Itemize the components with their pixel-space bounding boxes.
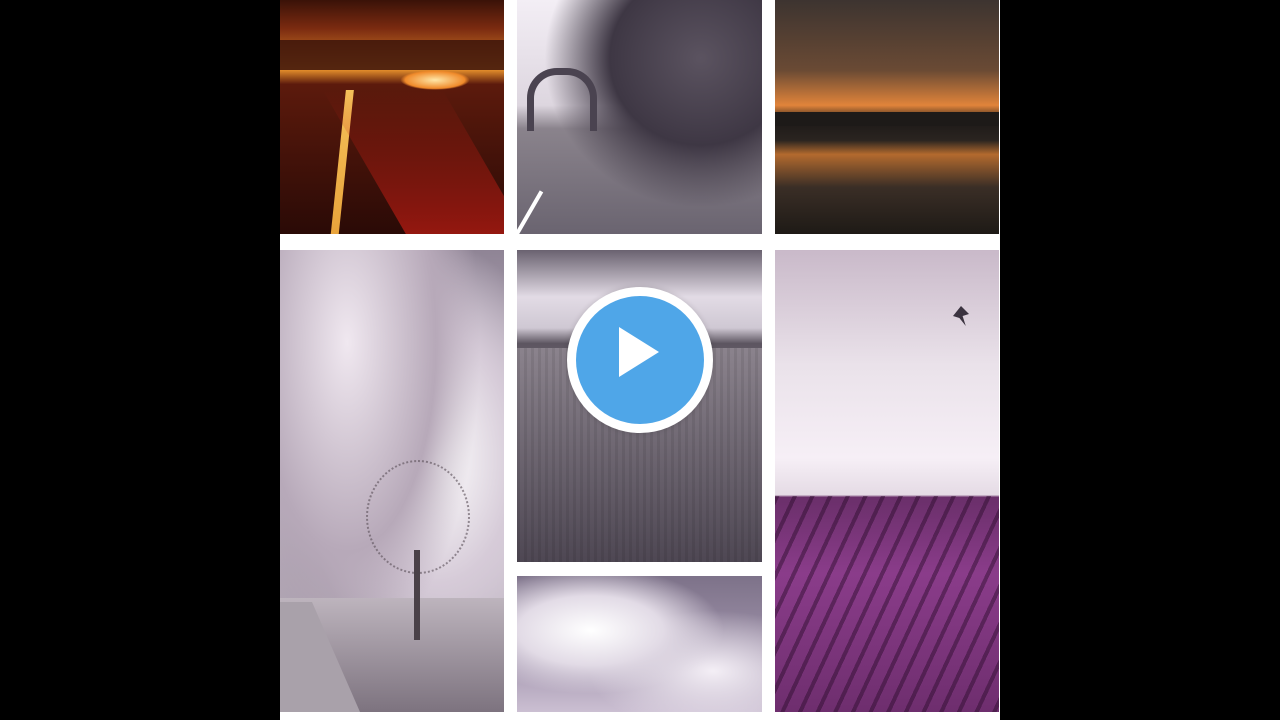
play-icon	[619, 327, 659, 377]
road-marking	[517, 190, 544, 234]
water-sunset-image	[775, 0, 999, 234]
clouds-image	[517, 576, 762, 712]
crop-rows	[775, 496, 999, 712]
sun-glow	[400, 70, 470, 90]
road-light-streak	[322, 90, 504, 234]
arch-path-image	[517, 0, 762, 234]
arch-shape	[527, 68, 597, 131]
tree-clouds-image	[280, 250, 504, 712]
road-sunset-image	[280, 0, 504, 234]
lavender-field-image	[775, 250, 999, 712]
dashboard-shape	[280, 40, 504, 70]
treeline	[775, 112, 999, 126]
tree-trunk	[414, 550, 420, 640]
bird-silhouette	[953, 306, 969, 326]
play-button[interactable]	[567, 287, 713, 433]
